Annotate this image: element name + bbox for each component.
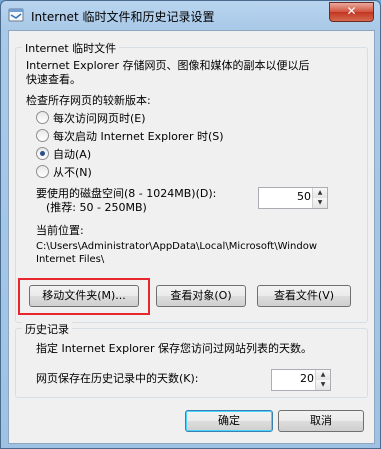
radio-never-button[interactable] bbox=[36, 165, 49, 178]
radio-automatic-label: 自动(A) bbox=[53, 148, 92, 161]
view-files-button[interactable]: 查看文件(V) bbox=[257, 285, 351, 307]
current-path-line2: Internet Files\ bbox=[36, 254, 105, 265]
history-days-stepper[interactable]: 20 ▲ ▼ bbox=[271, 369, 331, 391]
radio-never[interactable]: 从不(N) bbox=[36, 164, 92, 180]
ok-button[interactable]: 确定 bbox=[185, 410, 273, 432]
radio-never-label: 从不(N) bbox=[53, 166, 92, 179]
current-location-label: 当前位置: bbox=[36, 224, 84, 237]
view-objects-button[interactable]: 查看对象(O) bbox=[156, 285, 246, 307]
radio-every-start-button[interactable] bbox=[36, 129, 49, 142]
radio-every-visit[interactable]: 每次访问网页时(E) bbox=[36, 110, 146, 126]
history-days-down-icon[interactable]: ▼ bbox=[316, 380, 330, 390]
temp-files-group-title: Internet 临时文件 bbox=[22, 40, 120, 56]
close-button[interactable]: ✕ bbox=[329, 2, 374, 22]
internet-options-icon bbox=[8, 8, 24, 22]
move-folder-button[interactable]: 移动文件夹(M)... bbox=[29, 285, 139, 307]
check-newer-label: 检查所存网页的较新版本: bbox=[26, 94, 151, 107]
dialog-client-area: Internet 临时文件 Internet Explorer 存储网页、图像和… bbox=[8, 30, 375, 444]
disk-space-value[interactable]: 50 bbox=[297, 190, 311, 203]
cancel-button[interactable]: 取消 bbox=[278, 410, 364, 432]
radio-every-start-label: 每次启动 Internet Explorer 时(S) bbox=[53, 130, 224, 143]
disk-space-spin-buttons: ▲ ▼ bbox=[312, 188, 327, 208]
disk-space-stepper[interactable]: 50 ▲ ▼ bbox=[258, 187, 328, 209]
disk-space-up-icon[interactable]: ▲ bbox=[313, 188, 327, 198]
history-days-label: 网页保存在历史记录中的天数(K): bbox=[36, 372, 199, 385]
settings-window: Internet 临时文件和历史记录设置 ✕ Internet 临时文件 Int… bbox=[0, 0, 381, 449]
history-description: 指定 Internet Explorer 保存您访问过网站列表的天数。 bbox=[36, 342, 312, 355]
history-group-title: 历史记录 bbox=[22, 321, 72, 337]
window-title: Internet 临时文件和历史记录设置 bbox=[31, 10, 215, 24]
radio-every-visit-button[interactable] bbox=[36, 111, 49, 124]
temp-files-group: Internet 临时文件 Internet Explorer 存储网页、图像和… bbox=[15, 40, 368, 323]
history-days-spin-buttons: ▲ ▼ bbox=[315, 370, 330, 390]
radio-automatic-button[interactable] bbox=[36, 147, 49, 160]
title-bar[interactable]: Internet 临时文件和历史记录设置 ✕ bbox=[1, 1, 380, 29]
history-days-up-icon[interactable]: ▲ bbox=[316, 370, 330, 380]
history-days-value[interactable]: 20 bbox=[300, 372, 314, 385]
disk-space-hint: (推荐: 50 - 250MB) bbox=[46, 201, 147, 214]
disk-space-down-icon[interactable]: ▼ bbox=[313, 198, 327, 208]
radio-every-visit-label: 每次访问网页时(E) bbox=[53, 112, 146, 125]
temp-files-description-line2: 快速查看。 bbox=[26, 73, 81, 86]
radio-every-start[interactable]: 每次启动 Internet Explorer 时(S) bbox=[36, 128, 224, 144]
history-group: 历史记录 指定 Internet Explorer 保存您访问过网站列表的天数。… bbox=[15, 321, 368, 398]
radio-automatic[interactable]: 自动(A) bbox=[36, 146, 91, 162]
